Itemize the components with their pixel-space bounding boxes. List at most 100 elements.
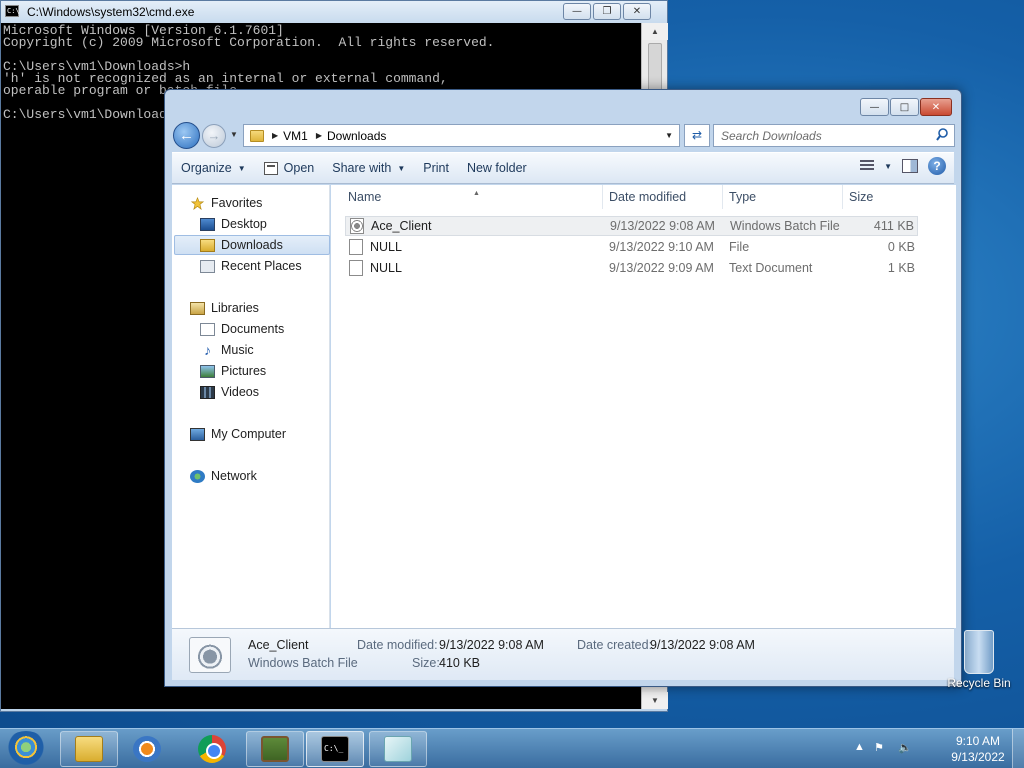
file-size: 411 KB (873, 219, 914, 233)
file-row[interactable]: NULL 9/13/2022 9:10 AM File 0 KB (345, 237, 918, 257)
explorer-window[interactable]: — □ ✕ ← → ▼ ▶ VM1 ▶ Downloads ▼ ⇄ Organi… (164, 89, 962, 687)
show-desktop-button[interactable] (1012, 729, 1024, 768)
view-options-chevron-icon[interactable]: ▼ (884, 162, 892, 171)
music-note-icon: ♪ (204, 341, 211, 358)
nav-videos[interactable]: Videos (200, 382, 326, 402)
breadcrumb-separator-icon[interactable]: ▶ (272, 131, 278, 140)
recent-pages-chevron-icon[interactable]: ▼ (230, 130, 238, 139)
taskbar-board-app[interactable] (246, 731, 304, 767)
folder-icon (75, 736, 103, 762)
file-name: NULL (370, 261, 402, 275)
cmd-titlebar[interactable]: C:\ C:\Windows\system32\cmd.exe — ❐ ✕ (1, 1, 667, 23)
taskbar-cmd[interactable]: C:\_ (306, 731, 364, 767)
cmd-icon: C:\ (5, 5, 20, 17)
open-button[interactable]: Open (255, 156, 324, 180)
print-label: Print (423, 161, 449, 175)
close-button[interactable]: ✕ (623, 3, 651, 20)
address-dropdown-chevron-icon[interactable]: ▼ (665, 131, 673, 140)
start-button[interactable] (4, 731, 48, 767)
taskbar-media-player[interactable] (118, 731, 176, 767)
nav-label: Network (211, 469, 257, 483)
batch-file-gear-icon (189, 637, 231, 673)
nav-documents[interactable]: Documents (200, 319, 326, 339)
details-date-created: 9/13/2022 9:08 AM (650, 638, 755, 652)
clock-time[interactable]: 9:10 AM (948, 734, 1008, 748)
print-button[interactable]: Print (414, 156, 458, 180)
change-view-icon[interactable] (860, 160, 875, 172)
search-box[interactable] (713, 124, 955, 147)
file-list[interactable]: ▲ Name Date modified Type Size Ace_Clien… (331, 185, 956, 628)
recycle-bin-label: Recycle Bin (947, 676, 1011, 690)
recycle-bin-icon (964, 630, 994, 674)
taskbar-notepad[interactable] (369, 731, 427, 767)
search-input[interactable] (714, 125, 924, 146)
back-button[interactable]: ← (173, 122, 200, 149)
column-header-type[interactable]: Type (723, 185, 843, 209)
breadcrumb-separator-icon[interactable]: ▶ (316, 131, 322, 140)
scroll-up-arrow[interactable]: ▲ (642, 23, 668, 40)
downloads-folder-icon (200, 238, 215, 252)
close-button[interactable]: ✕ (920, 98, 952, 116)
volume-icon[interactable]: 🔈 (898, 741, 912, 754)
nav-desktop[interactable]: Desktop (200, 214, 326, 234)
column-header-name[interactable]: ▲ Name (342, 185, 603, 209)
column-header-date-modified[interactable]: Date modified (603, 185, 723, 209)
file-row[interactable]: Ace_Client 9/13/2022 9:08 AM Windows Bat… (345, 216, 918, 236)
scroll-thumb[interactable] (648, 43, 662, 93)
refresh-button[interactable]: ⇄ (684, 124, 710, 147)
nav-my-computer[interactable]: My Computer (190, 424, 326, 444)
preview-pane-icon[interactable] (902, 159, 918, 173)
scroll-down-arrow[interactable]: ▼ (642, 692, 668, 709)
recycle-bin[interactable]: Recycle Bin (944, 630, 1014, 690)
nav-recent-places[interactable]: Recent Places (200, 256, 326, 276)
breadcrumb-downloads[interactable]: Downloads (327, 129, 386, 143)
new-folder-button[interactable]: New folder (458, 156, 536, 180)
forward-button[interactable]: → (202, 124, 226, 148)
nav-libraries[interactable]: Libraries (190, 298, 326, 318)
nav-label: Pictures (221, 364, 267, 378)
details-size-label: Size: (412, 656, 440, 670)
minimize-button[interactable]: — (563, 3, 591, 20)
file-size: 1 KB (887, 261, 915, 275)
file-row[interactable]: NULL 9/13/2022 9:09 AM Text Document 1 K… (345, 258, 918, 278)
nav-downloads[interactable]: Downloads (174, 235, 330, 255)
desktop-icon (200, 217, 215, 231)
breadcrumb-vm1[interactable]: VM1 (283, 129, 308, 143)
share-with-label: Share with (332, 161, 392, 175)
file-date: 9/13/2022 9:10 AM (609, 240, 714, 254)
clock-date[interactable]: 9/13/2022 (948, 750, 1008, 764)
restore-button[interactable]: ❐ (593, 3, 621, 20)
details-date-modified: 9/13/2022 9:08 AM (439, 638, 544, 652)
search-icon[interactable] (936, 128, 948, 142)
nav-favorites[interactable]: Favorites (190, 193, 326, 213)
taskbar-explorer[interactable] (60, 731, 118, 767)
nav-network[interactable]: Network (190, 466, 326, 486)
libraries-icon (190, 301, 205, 315)
nav-label: Downloads (221, 238, 283, 252)
nav-pictures[interactable]: Pictures (200, 361, 326, 381)
new-folder-label: New folder (466, 161, 527, 175)
show-hidden-icons-icon[interactable]: ▲ (854, 741, 865, 753)
text-document-icon (349, 260, 363, 276)
action-center-flag-icon[interactable]: ⚑ (874, 741, 884, 754)
share-with-button[interactable]: Share with ▼ (323, 156, 414, 180)
nav-label: Videos (221, 385, 259, 399)
open-label: Open (283, 161, 315, 175)
file-type: File (729, 240, 750, 254)
recent-places-icon (200, 259, 215, 273)
media-player-icon (133, 736, 161, 762)
folder-icon (250, 129, 264, 142)
explorer-titlebar[interactable]: — □ ✕ (165, 90, 961, 120)
organize-button[interactable]: Organize ▼ (172, 156, 255, 180)
cmd-window-title: C:\Windows\system32\cmd.exe (27, 5, 195, 19)
taskbar: C:\_ ▲ ⚑ 🔈 9:10 AM 9/13/2022 (0, 728, 1024, 768)
command-bar: Organize ▼ Open Share with ▼ Print New fol… (172, 152, 954, 184)
column-header-size[interactable]: Size (843, 185, 920, 209)
help-icon[interactable]: ? (928, 157, 946, 175)
taskbar-chrome[interactable] (183, 731, 241, 767)
maximize-button[interactable]: □ (890, 98, 919, 116)
minimize-button[interactable]: — (860, 98, 889, 116)
details-date-modified-label: Date modified: (357, 638, 438, 652)
address-bar[interactable]: ▶ VM1 ▶ Downloads ▼ (243, 124, 680, 147)
nav-music[interactable]: ♪ Music (200, 340, 326, 360)
